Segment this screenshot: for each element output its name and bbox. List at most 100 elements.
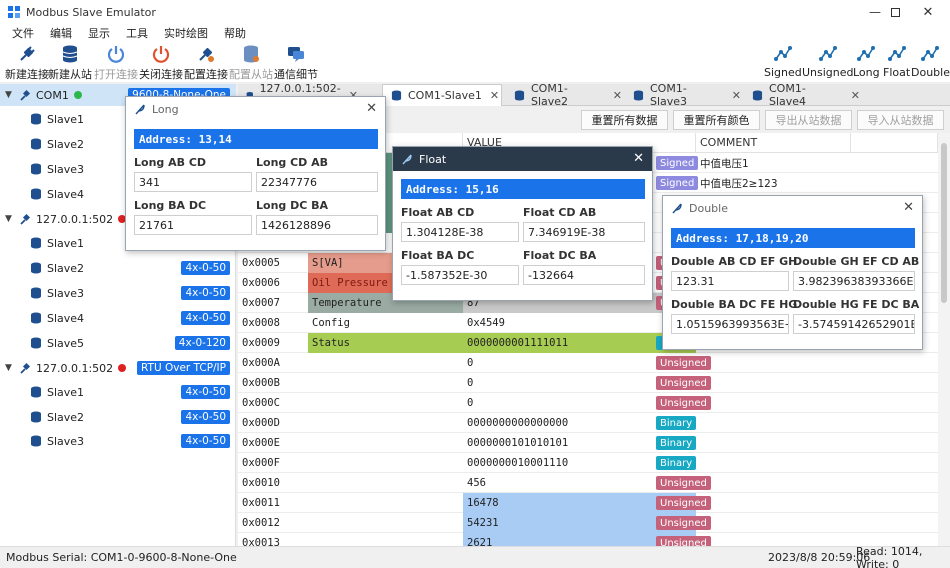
address-cell[interactable]: 0x0011 bbox=[238, 493, 308, 513]
new-connection-button[interactable]: 新建连接 bbox=[5, 44, 49, 82]
address-cell[interactable]: 0x000D bbox=[238, 413, 308, 433]
address-cell[interactable]: 0x0010 bbox=[238, 473, 308, 493]
scrollbar-thumb[interactable] bbox=[941, 143, 947, 303]
maximize-icon[interactable] bbox=[880, 0, 910, 24]
type-tag[interactable]: Binary bbox=[656, 416, 697, 430]
reset-data-button[interactable]: 重置所有数据 bbox=[581, 110, 668, 130]
float-ba-dc-field[interactable]: -1.587352E-30 bbox=[401, 265, 519, 285]
comment-cell[interactable]: 中值电压2≥123 bbox=[696, 173, 851, 193]
chevron-down-icon[interactable]: ▼ bbox=[5, 214, 17, 224]
comment-cell[interactable] bbox=[696, 493, 851, 513]
menu-edit[interactable]: 编辑 bbox=[42, 25, 80, 41]
name-cell[interactable] bbox=[308, 453, 463, 473]
name-cell[interactable] bbox=[308, 353, 463, 373]
tab-com1-slave3[interactable]: COM1-Slave3 ✕ bbox=[625, 82, 741, 108]
close-tab-icon[interactable]: ✕ bbox=[732, 89, 741, 102]
tree-slave[interactable]: Slave3 4x-0-50 bbox=[0, 282, 236, 304]
name-cell[interactable] bbox=[308, 493, 463, 513]
unsigned-button[interactable]: Unsigned bbox=[802, 44, 854, 79]
name-cell[interactable] bbox=[308, 513, 463, 533]
float-dc-ba-field[interactable]: -132664 bbox=[523, 265, 645, 285]
tree-slave[interactable]: Slave4 4x-0-50 bbox=[0, 307, 236, 329]
table-row[interactable]: 0x000E 0000000101010101 Binary bbox=[238, 433, 938, 453]
tree-slave[interactable]: Slave2 4x-0-50 bbox=[0, 406, 236, 428]
double-hgfedcba-field[interactable]: -3.57459142652901E-133 bbox=[793, 314, 915, 334]
name-cell[interactable]: Status bbox=[308, 333, 463, 353]
tree-slave[interactable]: Slave2 4x-0-50 bbox=[0, 257, 236, 279]
comment-cell[interactable] bbox=[696, 473, 851, 493]
address-cell[interactable]: 0x000A bbox=[238, 353, 308, 373]
table-row[interactable]: 0x0010 456 Unsigned bbox=[238, 473, 938, 493]
name-cell[interactable] bbox=[308, 473, 463, 493]
type-tag[interactable]: Signed bbox=[656, 176, 699, 190]
close-icon[interactable]: ✕ bbox=[366, 101, 377, 116]
import-slave-button[interactable]: 导入从站数据 bbox=[857, 110, 944, 130]
table-row[interactable]: 0x000B 0 Unsigned bbox=[238, 373, 938, 393]
tree-slave[interactable]: Slave3 4x-0-50 bbox=[0, 430, 236, 452]
address-cell[interactable]: 0x0005 bbox=[238, 253, 308, 273]
table-row[interactable]: 0x000C 0 Unsigned bbox=[238, 393, 938, 413]
address-cell[interactable]: 0x0013 bbox=[238, 533, 308, 546]
type-tag[interactable]: Signed bbox=[656, 156, 699, 170]
signed-button[interactable]: Signed bbox=[764, 44, 802, 79]
tab-com1-slave2[interactable]: COM1-Slave2 ✕ bbox=[506, 82, 622, 108]
menu-file[interactable]: 文件 bbox=[4, 25, 42, 41]
comment-cell[interactable]: 中值电压1 bbox=[696, 153, 851, 173]
double-badcfehg-field[interactable]: 1.0515963993563E+146 bbox=[671, 314, 789, 334]
double-abcdefgh-field[interactable]: 123.31 bbox=[671, 271, 789, 291]
name-cell[interactable] bbox=[308, 433, 463, 453]
tree-slave[interactable]: Slave5 4x-0-120 bbox=[0, 332, 236, 354]
tab-com1-slave4[interactable]: COM1-Slave4 ✕ bbox=[744, 82, 860, 108]
table-row[interactable]: 0x0013 2621 Unsigned bbox=[238, 533, 938, 546]
chevron-down-icon[interactable]: ▼ bbox=[5, 90, 17, 100]
close-window-icon[interactable]: ✕ bbox=[906, 0, 950, 24]
reset-color-button[interactable]: 重置所有颜色 bbox=[673, 110, 760, 130]
comment-cell[interactable] bbox=[696, 433, 851, 453]
close-icon[interactable]: ✕ bbox=[633, 151, 644, 166]
comment-cell[interactable] bbox=[696, 413, 851, 433]
long-ba-dc-field[interactable]: 21761 bbox=[134, 215, 252, 235]
comment-cell[interactable] bbox=[696, 533, 851, 546]
chevron-down-icon[interactable]: ▼ bbox=[5, 363, 17, 373]
menu-view[interactable]: 显示 bbox=[80, 25, 118, 41]
menu-tools[interactable]: 工具 bbox=[118, 25, 156, 41]
name-cell[interactable] bbox=[308, 373, 463, 393]
address-cell[interactable]: 0x0012 bbox=[238, 513, 308, 533]
table-row[interactable]: 0x0011 16478 Unsigned bbox=[238, 493, 938, 513]
name-cell[interactable]: Config bbox=[308, 313, 463, 333]
long-ab-cd-field[interactable]: 341 bbox=[134, 172, 252, 192]
close-icon[interactable]: ✕ bbox=[903, 200, 914, 215]
new-slave-button[interactable]: 新建从站 bbox=[48, 44, 92, 82]
address-cell[interactable]: 0x000F bbox=[238, 453, 308, 473]
close-tab-icon[interactable]: ✕ bbox=[490, 89, 499, 102]
close-tab-icon[interactable]: ✕ bbox=[851, 89, 860, 102]
config-slave-button[interactable]: 配置从站 bbox=[229, 44, 273, 82]
table-row[interactable]: 0x000D 0000000000000000 Binary bbox=[238, 413, 938, 433]
address-cell[interactable]: 0x000B bbox=[238, 373, 308, 393]
float-cd-ab-field[interactable]: 7.346919E-38 bbox=[523, 222, 645, 242]
table-row[interactable]: 0x000F 0000000010001110 Binary bbox=[238, 453, 938, 473]
long-cd-ab-field[interactable]: 22347776 bbox=[256, 172, 378, 192]
type-tag[interactable]: Binary bbox=[656, 456, 697, 470]
close-tab-icon[interactable]: ✕ bbox=[613, 89, 622, 102]
export-slave-button[interactable]: 导出从站数据 bbox=[765, 110, 852, 130]
address-cell[interactable]: 0x000E bbox=[238, 433, 308, 453]
comment-cell[interactable] bbox=[696, 353, 851, 373]
comm-detail-button[interactable]: 通信细节 bbox=[274, 44, 318, 82]
address-cell[interactable]: 0x0006 bbox=[238, 273, 308, 293]
comment-cell[interactable] bbox=[696, 373, 851, 393]
tree-node-tcp2[interactable]: ▼ 127.0.0.1:502 RTU Over TCP/IP bbox=[0, 357, 236, 379]
table-row[interactable]: 0x0012 54231 Unsigned bbox=[238, 513, 938, 533]
tree-slave[interactable]: Slave1 4x-0-50 bbox=[0, 381, 236, 403]
address-cell[interactable]: 0x0008 bbox=[238, 313, 308, 333]
name-cell[interactable] bbox=[308, 533, 463, 546]
address-cell[interactable]: 0x000C bbox=[238, 393, 308, 413]
tab-com1-slave1[interactable]: COM1-Slave1 ✕ bbox=[382, 84, 502, 106]
vertical-scrollbar[interactable] bbox=[938, 133, 950, 546]
float-ab-cd-field[interactable]: 1.304128E-38 bbox=[401, 222, 519, 242]
menu-help[interactable]: 帮助 bbox=[216, 25, 254, 41]
comment-cell[interactable] bbox=[696, 453, 851, 473]
menu-realtime-plot[interactable]: 实时绘图 bbox=[156, 25, 216, 41]
double-ghefcdab-field[interactable]: 3.98239638393366E+234 bbox=[793, 271, 915, 291]
open-connection-button[interactable]: 打开连接 bbox=[94, 44, 138, 82]
